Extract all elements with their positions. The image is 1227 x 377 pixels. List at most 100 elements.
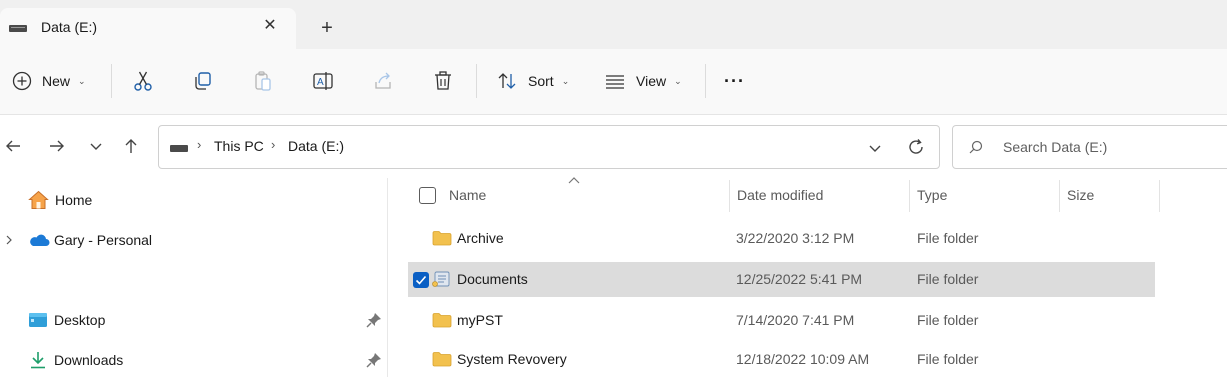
navigation-pane: Home Gary - Personal Desktop Downloads <box>0 178 388 377</box>
toolbar-divider <box>111 64 112 98</box>
breadcrumb-separator: › <box>271 137 276 152</box>
file-type: File folder <box>917 230 979 246</box>
nav-label: Gary - Personal <box>54 232 153 248</box>
file-name: Documents <box>457 271 528 287</box>
nav-item-home[interactable]: Home <box>28 185 92 215</box>
file-row-mypst[interactable]: myPST 7/14/2020 7:41 PM File folder <box>408 303 1155 338</box>
chevron-down-icon: ⌄ <box>561 75 570 86</box>
paste-icon <box>255 71 271 91</box>
chevron-down-icon <box>869 145 881 152</box>
breadcrumb-this-pc[interactable]: This PC <box>214 138 264 154</box>
chevron-down-icon: ⌄ <box>674 75 682 86</box>
home-icon <box>28 190 49 209</box>
address-bar[interactable]: › This PC › Data (E:) <box>158 125 940 169</box>
rename-button[interactable]: A <box>312 66 334 96</box>
arrow-left-icon <box>6 140 20 152</box>
pin-icon[interactable] <box>365 351 383 369</box>
up-button[interactable] <box>119 134 143 158</box>
share-button[interactable] <box>372 66 394 96</box>
breadcrumb-data-e[interactable]: Data (E:) <box>288 138 344 154</box>
file-type: File folder <box>917 271 979 287</box>
toolbar-divider <box>705 64 706 98</box>
file-date-modified: 12/18/2022 10:09 AM <box>736 351 870 367</box>
nav-label: Desktop <box>54 312 106 328</box>
delete-button[interactable] <box>432 66 454 96</box>
file-name: System Revovery <box>457 351 567 367</box>
folder-icon <box>432 313 452 328</box>
nav-item-downloads[interactable]: Downloads <box>28 345 123 375</box>
view-icon <box>606 75 624 89</box>
tab-data-e[interactable]: Data (E:) ✕ <box>0 8 296 49</box>
onedrive-cloud-icon <box>30 234 50 246</box>
column-divider[interactable] <box>729 180 730 212</box>
tab-strip: Data (E:) ✕ + <box>0 0 1227 49</box>
new-tab-icon[interactable]: + <box>315 16 339 40</box>
close-tab-icon[interactable]: ✕ <box>258 14 282 38</box>
file-row-system-revovery[interactable]: System Revovery 12/18/2022 10:09 AM File… <box>408 342 1155 377</box>
paste-button[interactable] <box>252 66 274 96</box>
file-name: myPST <box>457 312 503 328</box>
sort-icon <box>498 73 516 89</box>
checkmark-icon <box>415 275 427 285</box>
copy-icon <box>195 72 211 90</box>
column-header-type[interactable]: Type <box>917 187 947 203</box>
row-checkbox-checked[interactable] <box>413 272 429 288</box>
file-row-documents[interactable]: Documents 12/25/2022 5:41 PM File folder <box>408 262 1155 297</box>
new-button[interactable]: New ⌄ <box>12 66 86 96</box>
cut-icon <box>134 71 152 91</box>
copy-button[interactable] <box>192 66 214 96</box>
breadcrumb-separator: › <box>197 137 202 152</box>
file-date-modified: 7/14/2020 7:41 PM <box>736 312 855 328</box>
file-type: File folder <box>917 312 979 328</box>
nav-item-desktop[interactable]: Desktop <box>28 305 105 335</box>
drive-icon <box>170 145 188 152</box>
column-header-date-modified[interactable]: Date modified <box>737 187 823 203</box>
recent-locations-button[interactable] <box>84 134 108 158</box>
delete-icon <box>435 71 451 90</box>
file-type: File folder <box>917 351 979 367</box>
cut-button[interactable] <box>132 66 154 96</box>
column-header-name[interactable]: Name <box>449 187 486 203</box>
svg-text:A: A <box>317 77 324 88</box>
arrow-up-icon <box>125 139 137 153</box>
folder-icon <box>432 231 452 246</box>
tab-title: Data (E:) <box>41 19 98 35</box>
back-button[interactable] <box>1 134 25 158</box>
file-row-archive[interactable]: Archive 3/22/2020 3:12 PM File folder <box>408 221 1155 256</box>
more-options-button[interactable]: ··· <box>724 66 745 96</box>
new-icon <box>12 71 32 91</box>
view-button[interactable]: View ⌄ <box>604 66 682 96</box>
sort-label: Sort <box>528 73 554 89</box>
downloads-icon <box>31 352 45 369</box>
new-label: New <box>42 73 71 89</box>
rename-icon: A <box>313 72 333 90</box>
forward-button[interactable] <box>45 134 69 158</box>
file-date-modified: 12/25/2022 5:41 PM <box>736 271 863 287</box>
share-icon <box>375 72 391 89</box>
column-divider[interactable] <box>1059 180 1060 212</box>
drive-icon <box>9 25 27 32</box>
more-icon: ··· <box>724 70 745 91</box>
column-header-size[interactable]: Size <box>1067 187 1094 203</box>
desktop-folder-icon <box>29 313 47 327</box>
search-icon <box>969 140 983 154</box>
nav-item-gary-personal[interactable]: Gary - Personal <box>4 225 152 255</box>
column-divider[interactable] <box>1159 180 1160 212</box>
select-all-checkbox[interactable] <box>419 187 436 204</box>
arrow-right-icon <box>50 140 64 152</box>
pin-icon[interactable] <box>365 311 383 329</box>
refresh-button[interactable] <box>905 136 927 158</box>
address-history-button[interactable] <box>864 137 886 159</box>
file-date-modified: 3/22/2020 3:12 PM <box>736 230 855 246</box>
chevron-down-icon: ⌄ <box>78 75 86 86</box>
nav-label: Downloads <box>54 352 124 368</box>
sort-button[interactable]: Sort ⌄ <box>496 66 569 96</box>
nav-label: Home <box>55 192 93 208</box>
sort-ascending-icon <box>568 177 580 184</box>
chevron-down-icon <box>90 143 102 150</box>
search-box[interactable]: Search Data (E:) <box>952 125 1227 169</box>
view-label: View <box>636 73 667 89</box>
search-input[interactable]: Search Data (E:) <box>1003 139 1107 155</box>
column-divider[interactable] <box>909 180 910 212</box>
chevron-right-icon[interactable] <box>4 235 14 245</box>
